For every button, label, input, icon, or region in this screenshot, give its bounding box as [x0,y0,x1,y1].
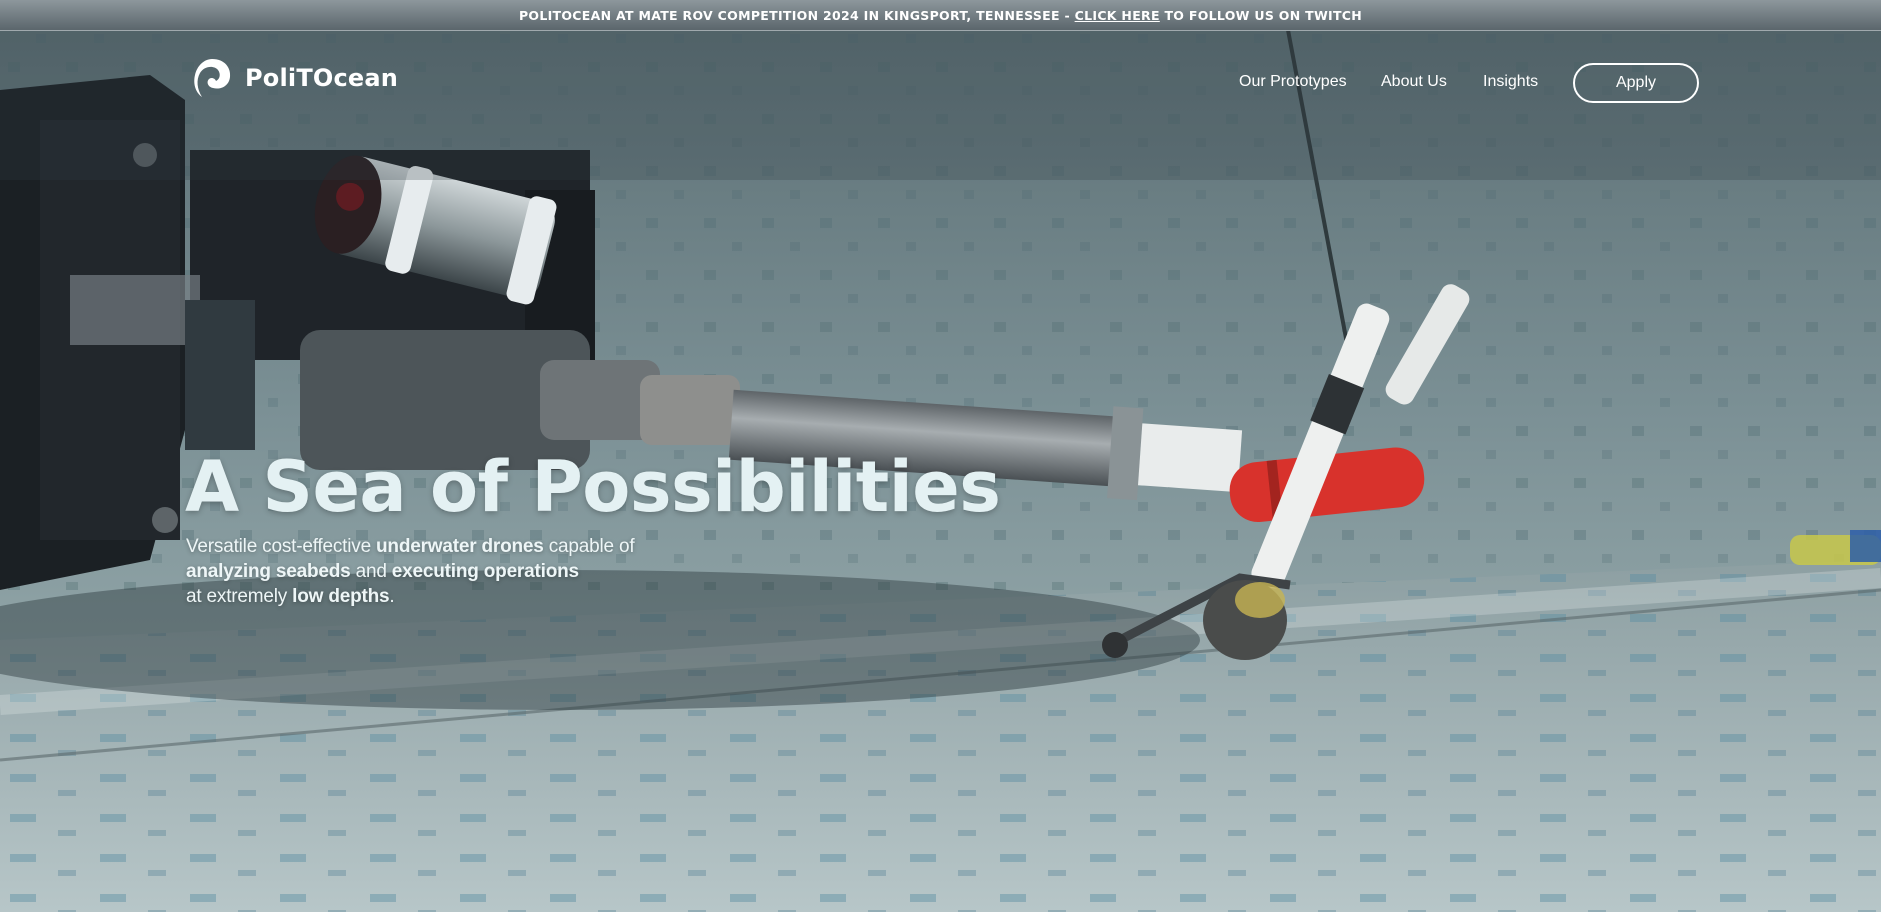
subtitle-text: at extremely [186,586,293,607]
hero-title: A Sea of Possibilities [185,446,1001,528]
subtitle-highlight: underwater drones [376,536,544,557]
nav-about-us[interactable]: About Us [1381,73,1447,91]
subtitle-highlight: low depths [292,586,390,607]
hero-subtitle-line-3: at extremely low depths. [186,584,634,609]
announcement-suffix: TO FOLLOW US ON TWITCH [1159,7,1363,23]
hero-subtitle-line-1: Versatile cost-effective underwater dron… [186,534,635,559]
subtitle-text: Versatile cost-effective [186,536,377,557]
subtitle-text: capable of [543,536,635,557]
hero-subtitle-line-2: analyzing seabeds and executing operatio… [186,559,634,584]
subtitle-highlight: executing operations [391,561,579,582]
apply-button[interactable]: Apply [1573,63,1699,103]
brand-logo[interactable]: PoliTOcean [192,57,398,99]
announcement-text: POLITOCEAN AT MATE ROV COMPETITION 2024 … [518,7,1075,23]
nav-insights[interactable]: Insights [1483,73,1538,91]
hero-subtitle: Versatile cost-effective underwater dron… [186,534,635,609]
wave-drop-icon [194,59,231,97]
twitch-link[interactable]: CLICK HERE [1075,8,1160,23]
subtitle-highlight: analyzing seabeds [186,561,351,582]
subtitle-text: and [350,561,392,582]
nav-our-prototypes[interactable]: Our Prototypes [1239,73,1347,91]
subtitle-text: . [389,586,395,607]
announcement-bar: POLITOCEAN AT MATE ROV COMPETITION 2024 … [0,0,1881,31]
brand-name: PoliTOcean [245,64,399,92]
